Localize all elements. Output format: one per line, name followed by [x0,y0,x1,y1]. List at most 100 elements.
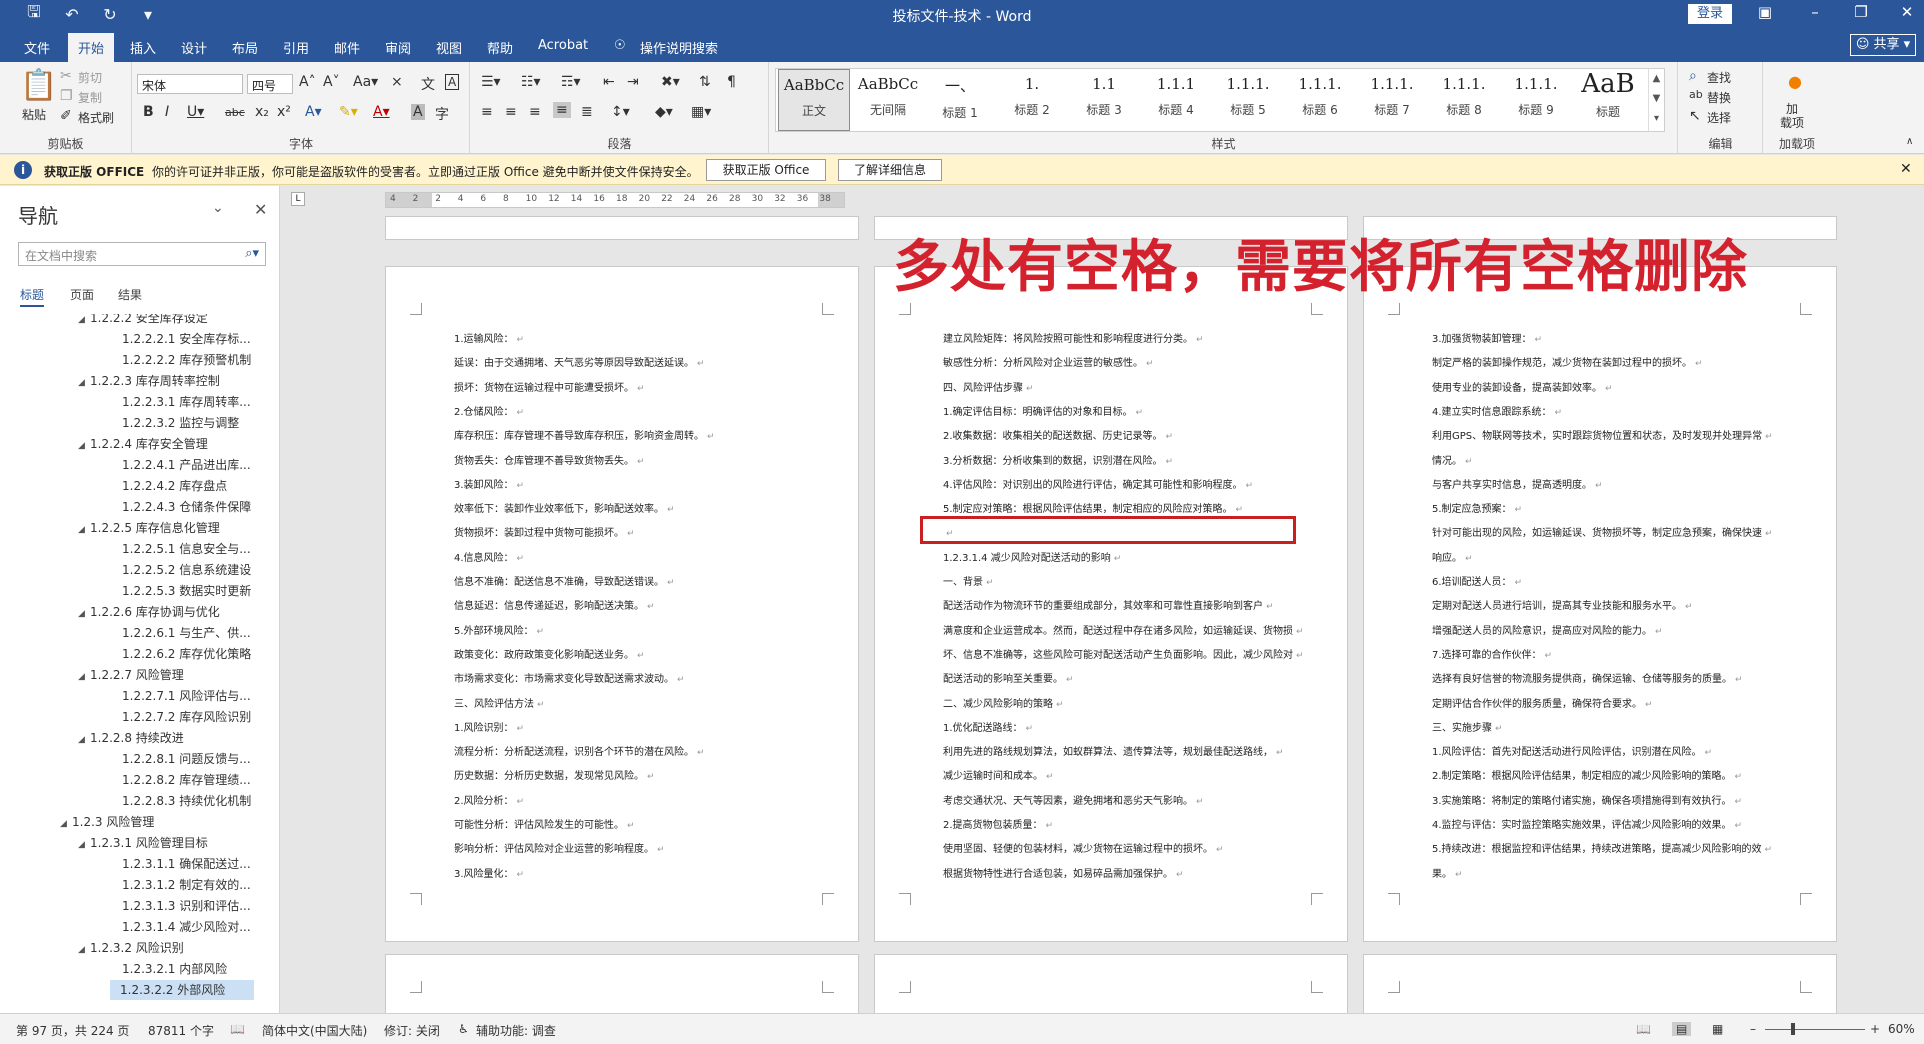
paragraph-line[interactable]: 5.外部环境风险： ↵ [454,625,544,639]
expand-triangle-icon[interactable]: ◢ [78,436,90,456]
paragraph-line[interactable]: 5.制定应对策略：根据风险评估结果，制定相应的风险应对策略。 ↵ [943,503,1243,517]
nav-heading-item[interactable]: 1.2.2.3.1 库存周转率... [0,392,251,412]
expand-triangle-icon[interactable]: ◢ [78,314,90,330]
close-icon[interactable]: ✕ [1892,3,1922,21]
nav-heading-item[interactable]: ◢ 1.2.2.6 库存协调与优化 [0,602,220,622]
paragraph-line[interactable]: 信息延迟：信息传递延迟，影响配送决策。 ↵ [454,600,655,614]
paragraph-line[interactable]: 1.风险识别： ↵ [454,722,524,736]
expand-triangle-icon[interactable]: ◢ [78,730,90,750]
show-marks-icon[interactable]: ¶ [727,74,736,90]
paragraph-line[interactable]: 6.培训配送人员： ↵ [1432,576,1522,590]
web-layout-icon[interactable]: ▦ [1712,1022,1723,1036]
nav-heading-item[interactable]: 1.2.2.5.3 数据实时更新 [0,581,251,601]
decrease-indent-icon[interactable]: ⇤ [603,74,615,90]
language-status[interactable]: 简体中文(中国大陆) [262,1022,367,1039]
paragraph-line[interactable]: 历史数据：分析历史数据，发现常见风险。 ↵ [454,770,655,784]
tab-selector-icon[interactable]: L [291,192,305,206]
copy-icon[interactable]: ❐ [60,88,73,104]
horizontal-ruler[interactable]: 4 2 2 4 6 8 10 12 14 16 18 20 22 24 26 28 30 32 36 38 [385,192,845,208]
expand-triangle-icon[interactable]: ◢ [78,604,90,624]
highlight-icon[interactable]: ✎▾ [339,104,358,120]
distributed-icon[interactable]: ≣ [581,104,593,120]
align-right-icon[interactable]: ≡ [529,104,541,120]
paragraph-line[interactable]: 情况。 ↵ [1432,455,1473,469]
nav-heading-item[interactable]: 1.2.3.1.1 确保配送过... [0,854,251,874]
nav-heading-item[interactable]: 1.2.3.2.2 外部风险 [110,980,254,1000]
sort-icon[interactable]: ⇅ [699,74,711,90]
paragraph-line[interactable]: 3.风险量化： ↵ [454,868,524,882]
paragraph-line[interactable]: 1.2.3.1.4 减少风险对配送活动的影响 ↵ [943,552,1121,566]
font-color-icon[interactable]: A▾ [373,104,390,120]
paragraph-line[interactable]: 4.信息风险： ↵ [454,552,524,566]
superscript-icon[interactable]: x² [277,104,291,120]
paragraph-line[interactable]: 3.加强货物装卸管理： ↵ [1432,333,1542,347]
paragraph-line[interactable]: 政策变化：政府政策变化影响配送业务。 ↵ [454,649,645,663]
nav-heading-item[interactable]: 1.2.3.1.2 制定有效的... [0,875,251,895]
paragraph-line[interactable]: 坏、信息不准确等，这些风险可能对配送活动产生负面影响。因此，减少风险对 ↵ [943,649,1304,663]
read-mode-icon[interactable]: 📖 [1636,1022,1651,1036]
paragraph-line[interactable]: 1.确定评估目标：明确评估的对象和目标。 ↵ [943,406,1143,420]
style-heading-3[interactable]: 1.1 标题 3 [1068,69,1140,131]
paragraph-line[interactable]: 1.风险评估：首先对配送活动进行风险评估，识别潜在风险。 ↵ [1432,746,1712,760]
paragraph-line[interactable]: 4.评估风险：对识别出的风险进行评估，确定其可能性和影响程度。 ↵ [943,479,1253,493]
expand-triangle-icon[interactable]: ◢ [78,940,90,960]
zoom-level[interactable]: 60% [1888,1022,1915,1036]
shrink-font-icon[interactable]: A˅ [323,74,340,90]
nav-heading-item[interactable]: 1.2.3.1.3 识别和评估... [0,896,251,916]
document-page[interactable]: 建立风险矩阵：将风险按照可能性和影响程度进行分类。 ↵ 敏感性分析：分析风险对企业运… [874,266,1348,942]
paragraph-line[interactable]: 5.制定应急预案： ↵ [1432,503,1522,517]
paragraph-line[interactable]: 满意度和企业运营成本。然而，配送过程中存在诸多风险，如运输延误、货物损 ↵ [943,625,1304,639]
zoom-slider-thumb[interactable] [1790,1023,1795,1035]
addins-button[interactable]: 加 载项 [1780,102,1804,130]
page-count[interactable]: 第 97 页，共 224 页 [16,1022,129,1039]
nav-heading-item[interactable]: ◢ 1.2.2.8 持续改进 [0,728,184,748]
paragraph-line[interactable]: 损坏：货物在运输过程中可能遭受损坏。 ↵ [454,382,645,396]
paragraph-line[interactable]: 二、减少风险影响的策略 ↵ [943,698,1064,712]
word-count[interactable]: 87811 个字 [148,1022,214,1039]
expand-triangle-icon[interactable]: ◢ [78,667,90,687]
style-heading-9[interactable]: 1.1.1. 标题 9 [1500,69,1572,131]
ribbon-display-icon[interactable]: ▣ [1750,3,1780,21]
print-layout-icon[interactable]: ▤ [1672,1022,1692,1036]
nav-search-input[interactable]: 在文档中搜索 ⌕▾ [18,242,266,266]
paragraph-line[interactable]: 库存积压：库存管理不善导致库存积压，影响资金周转。 ↵ [454,430,715,444]
paragraph-line[interactable]: 利用GPS、物联网等技术，实时跟踪货物位置和状态，及时发现并处理异常 ↵ [1432,430,1773,444]
change-case-icon[interactable]: Aa▾ [353,74,378,90]
borders-icon[interactable]: ▦▾ [691,104,711,120]
paragraph-line[interactable]: 选择有良好信誉的物流服务提供商，确保运输、仓储等服务的质量。 ↵ [1432,673,1743,687]
document-page[interactable]: 1.运输风险： ↵ 延误：由于交通拥堵、天气恶劣等原因导致配送延误。 ↵ 损坏：货物在运… [385,266,859,942]
paragraph-line[interactable]: 信息不准确：配送信息不准确，导致配送错误。 ↵ [454,576,675,590]
nav-heading-item[interactable]: 1.2.2.7.1 风险评估与... [0,686,251,706]
tab-review[interactable]: 审阅 [385,38,411,57]
cut-icon[interactable]: ✂ [60,68,72,84]
nav-heading-item[interactable]: 1.2.2.2.1 安全库存标... [0,329,251,349]
nav-heading-item[interactable]: ◢ 1.2.2.3 库存周转率控制 [0,371,220,391]
grow-font-icon[interactable]: A˄ [299,74,316,90]
phonetic-guide-icon[interactable]: 文 [421,74,435,94]
nav-heading-item[interactable]: 1.2.2.2.2 库存预警机制 [0,350,251,370]
get-genuine-button[interactable]: 获取正版 Office [706,159,826,181]
paste-button[interactable]: 粘贴 [22,106,46,123]
expand-triangle-icon[interactable]: ◢ [78,835,90,855]
paragraph-line[interactable]: 使用专业的装卸设备，提高装卸效率。 ↵ [1432,382,1613,396]
nav-heading-item[interactable]: 1.2.2.8.3 持续优化机制 [0,791,251,811]
select-button[interactable]: 选择 [1707,109,1731,126]
nav-heading-item[interactable]: 1.2.2.8.1 问题反馈与... [0,749,251,769]
justify-icon[interactable]: ≡ [553,102,571,118]
tab-view[interactable]: 视图 [436,38,462,57]
paragraph-line[interactable]: 流程分析：分析配送流程，识别各个环节的潜在风险。 ↵ [454,746,705,760]
nav-heading-item[interactable]: ◢ 1.2.3.1 风险管理目标 [0,833,208,853]
line-spacing-icon[interactable]: ↕▾ [611,104,630,120]
document-page[interactable]: 3.加强货物装卸管理： ↵ 制定严格的装卸操作规范，减少货物在装卸过程中的损坏。 ↵ 使… [1363,266,1837,942]
tell-me-search[interactable]: 操作说明搜索 [640,38,718,57]
paragraph-line[interactable]: 考虑交通状况、天气等因素，避免拥堵和恶劣天气影响。 ↵ [943,795,1204,809]
paragraph-line[interactable]: 市场需求变化：市场需求变化导致配送需求波动。 ↵ [454,673,685,687]
paragraph-line[interactable]: 货物损坏：装卸过程中货物可能损坏。 ↵ [454,527,635,541]
paragraph-line[interactable]: 2.收集数据：收集相关的配送数据、历史记录等。 ↵ [943,430,1173,444]
copy-button[interactable]: 复制 [78,89,102,106]
tab-file[interactable]: 文件 [24,38,50,57]
replace-icon[interactable]: ab [1689,88,1703,101]
nav-heading-item[interactable]: 1.2.2.6.1 与生产、供... [0,623,251,643]
paragraph-line[interactable]: 建立风险矩阵：将风险按照可能性和影响程度进行分类。 ↵ [943,333,1204,347]
underline-icon[interactable]: U▾ [187,104,204,120]
